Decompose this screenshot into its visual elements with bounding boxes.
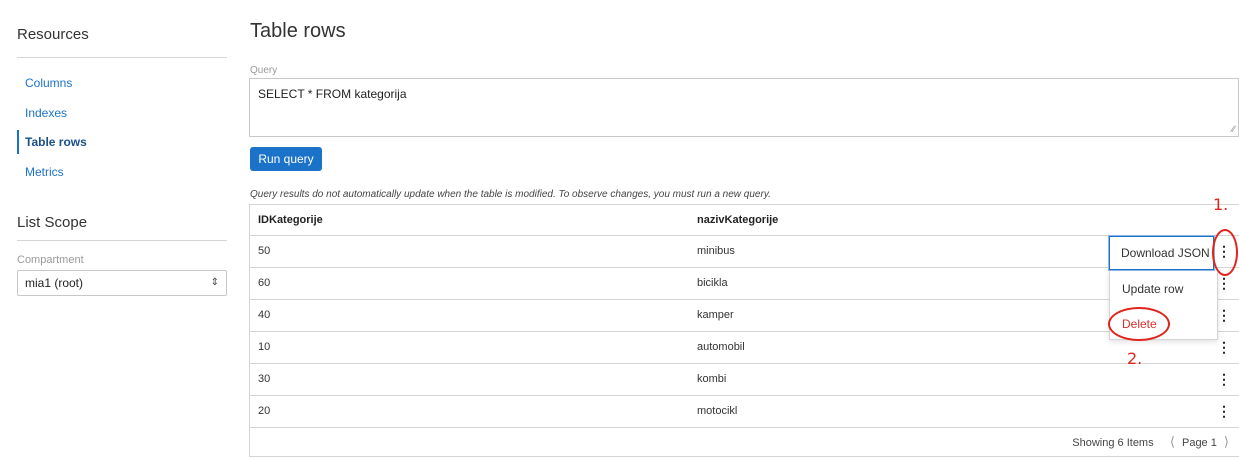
run-query-button[interactable]: Run query <box>250 147 322 171</box>
cell-name: bicikla <box>697 277 728 289</box>
query-textarea[interactable]: SELECT * FROM kategorija ∕∕ <box>249 78 1239 137</box>
column-header-nazivkategorije[interactable]: nazivKategorije <box>697 205 778 236</box>
table-header-row: IDKategorije nazivKategorije <box>250 205 1239 236</box>
cell-id: 50 <box>258 245 271 257</box>
menu-item-download-json[interactable]: Download JSON <box>1109 236 1214 270</box>
sidebar-item-columns[interactable]: Columns <box>17 71 227 95</box>
annotation-ring-delete <box>1108 307 1170 341</box>
annotation-step-1: 1. <box>1213 195 1229 214</box>
column-header-idkategorije[interactable]: IDKategorije <box>258 205 323 236</box>
compartment-select[interactable]: mia1 (root) ⇕ <box>17 270 227 296</box>
divider <box>17 240 227 241</box>
menu-item-update-row[interactable]: Update row <box>1122 282 1183 296</box>
pagination: Showing 6 Items ⟨ Page 1 ⟩ <box>1072 428 1233 457</box>
cell-name: motocikl <box>697 405 738 417</box>
cell-id: 30 <box>258 373 271 385</box>
row-actions-kebab-icon[interactable]: ⋮ <box>1217 396 1231 427</box>
table-row: 40 kamper ⋮ <box>250 300 1239 332</box>
table-row: 30 kombi ⋮ <box>250 364 1239 396</box>
compartment-value: mia1 (root) <box>25 276 84 290</box>
cell-name: kombi <box>697 373 727 385</box>
table-row: 20 motocikl ⋮ <box>250 396 1239 428</box>
row-actions-kebab-icon[interactable]: ⋮ <box>1217 332 1231 363</box>
annotation-step-2: 2. <box>1127 349 1143 368</box>
resize-grip-icon[interactable]: ∕∕ <box>1232 124 1235 134</box>
prev-page-icon[interactable]: ⟨ <box>1166 434 1179 449</box>
compartment-label: Compartment <box>17 254 84 266</box>
table-row: 60 bicikla ⋮ <box>250 268 1239 300</box>
cell-name: automobil <box>697 341 745 353</box>
annotation-ring-kebab <box>1212 229 1238 276</box>
results-table: IDKategorije nazivKategorije 50 minibus … <box>249 204 1239 457</box>
query-text: SELECT * FROM kategorija <box>258 87 407 101</box>
cell-id: 60 <box>258 277 271 289</box>
sidebar-item-indexes[interactable]: Indexes <box>17 101 227 125</box>
page-title: Table rows <box>250 20 346 42</box>
next-page-icon[interactable]: ⟩ <box>1220 434 1233 449</box>
list-scope-heading: List Scope <box>17 214 88 231</box>
cell-id: 10 <box>258 341 271 353</box>
divider <box>17 57 227 58</box>
items-count: Showing 6 Items <box>1072 437 1154 449</box>
query-label: Query <box>250 65 278 76</box>
cell-id: 40 <box>258 309 271 321</box>
cell-id: 20 <box>258 405 271 417</box>
table-footer: Showing 6 Items ⟨ Page 1 ⟩ <box>250 428 1239 456</box>
table-row: 10 automobil ⋮ <box>250 332 1239 364</box>
cell-name: minibus <box>697 245 735 257</box>
query-note: Query results do not automatically updat… <box>250 189 771 200</box>
row-actions-kebab-icon[interactable]: ⋮ <box>1217 364 1231 395</box>
table-row: 50 minibus ⋮ <box>250 236 1239 268</box>
up-down-chevron-icon: ⇕ <box>210 277 219 288</box>
cell-name: kamper <box>697 309 734 321</box>
resources-heading: Resources <box>17 26 89 43</box>
row-actions-kebab-icon[interactable]: ⋮ <box>1217 300 1231 331</box>
sidebar-item-table-rows[interactable]: Table rows <box>17 130 227 154</box>
sidebar-item-metrics[interactable]: Metrics <box>17 160 227 184</box>
page-indicator: Page 1 <box>1181 437 1217 449</box>
